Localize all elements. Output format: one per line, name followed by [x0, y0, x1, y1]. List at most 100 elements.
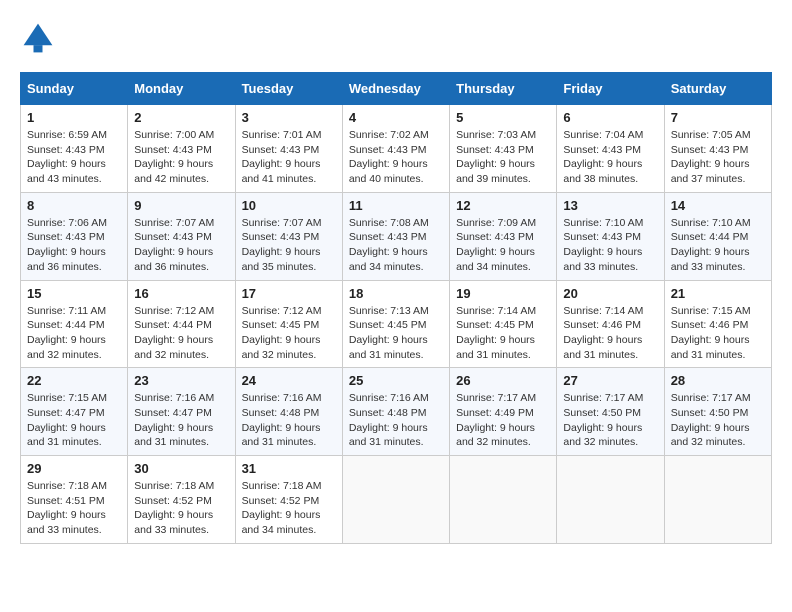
day-info: Sunrise: 7:05 AM Sunset: 4:43 PM Dayligh…: [671, 128, 765, 187]
day-info: Sunrise: 7:00 AM Sunset: 4:43 PM Dayligh…: [134, 128, 228, 187]
logo-icon: [20, 20, 56, 56]
day-cell: 5 Sunrise: 7:03 AM Sunset: 4:43 PM Dayli…: [450, 105, 557, 193]
day-info: Sunrise: 7:13 AM Sunset: 4:45 PM Dayligh…: [349, 304, 443, 363]
day-cell: 25 Sunrise: 7:16 AM Sunset: 4:48 PM Dayl…: [342, 368, 449, 456]
col-header-saturday: Saturday: [664, 73, 771, 105]
day-number: 22: [27, 373, 121, 388]
day-info: Sunrise: 7:18 AM Sunset: 4:52 PM Dayligh…: [134, 479, 228, 538]
day-number: 7: [671, 110, 765, 125]
day-info: Sunrise: 7:12 AM Sunset: 4:45 PM Dayligh…: [242, 304, 336, 363]
day-number: 23: [134, 373, 228, 388]
day-cell: [342, 456, 449, 544]
day-number: 19: [456, 286, 550, 301]
day-number: 28: [671, 373, 765, 388]
day-number: 13: [563, 198, 657, 213]
col-header-thursday: Thursday: [450, 73, 557, 105]
week-row-5: 29 Sunrise: 7:18 AM Sunset: 4:51 PM Dayl…: [21, 456, 772, 544]
day-cell: 23 Sunrise: 7:16 AM Sunset: 4:47 PM Dayl…: [128, 368, 235, 456]
calendar-body: 1 Sunrise: 6:59 AM Sunset: 4:43 PM Dayli…: [21, 105, 772, 544]
day-cell: 18 Sunrise: 7:13 AM Sunset: 4:45 PM Dayl…: [342, 280, 449, 368]
col-header-wednesday: Wednesday: [342, 73, 449, 105]
day-cell: 9 Sunrise: 7:07 AM Sunset: 4:43 PM Dayli…: [128, 192, 235, 280]
week-row-2: 8 Sunrise: 7:06 AM Sunset: 4:43 PM Dayli…: [21, 192, 772, 280]
day-cell: 27 Sunrise: 7:17 AM Sunset: 4:50 PM Dayl…: [557, 368, 664, 456]
day-number: 30: [134, 461, 228, 476]
day-info: Sunrise: 7:17 AM Sunset: 4:50 PM Dayligh…: [563, 391, 657, 450]
day-info: Sunrise: 7:14 AM Sunset: 4:46 PM Dayligh…: [563, 304, 657, 363]
day-number: 18: [349, 286, 443, 301]
day-cell: 26 Sunrise: 7:17 AM Sunset: 4:49 PM Dayl…: [450, 368, 557, 456]
day-cell: [664, 456, 771, 544]
day-number: 25: [349, 373, 443, 388]
day-info: Sunrise: 7:01 AM Sunset: 4:43 PM Dayligh…: [242, 128, 336, 187]
day-cell: [557, 456, 664, 544]
col-header-friday: Friday: [557, 73, 664, 105]
day-number: 10: [242, 198, 336, 213]
day-cell: 24 Sunrise: 7:16 AM Sunset: 4:48 PM Dayl…: [235, 368, 342, 456]
column-headers-row: SundayMondayTuesdayWednesdayThursdayFrid…: [21, 73, 772, 105]
day-info: Sunrise: 7:12 AM Sunset: 4:44 PM Dayligh…: [134, 304, 228, 363]
day-cell: 21 Sunrise: 7:15 AM Sunset: 4:46 PM Dayl…: [664, 280, 771, 368]
week-row-4: 22 Sunrise: 7:15 AM Sunset: 4:47 PM Dayl…: [21, 368, 772, 456]
day-cell: 14 Sunrise: 7:10 AM Sunset: 4:44 PM Dayl…: [664, 192, 771, 280]
week-row-3: 15 Sunrise: 7:11 AM Sunset: 4:44 PM Dayl…: [21, 280, 772, 368]
day-number: 27: [563, 373, 657, 388]
day-number: 31: [242, 461, 336, 476]
day-info: Sunrise: 7:15 AM Sunset: 4:46 PM Dayligh…: [671, 304, 765, 363]
day-cell: 1 Sunrise: 6:59 AM Sunset: 4:43 PM Dayli…: [21, 105, 128, 193]
page-header: [20, 20, 772, 56]
day-number: 1: [27, 110, 121, 125]
day-number: 6: [563, 110, 657, 125]
day-cell: 28 Sunrise: 7:17 AM Sunset: 4:50 PM Dayl…: [664, 368, 771, 456]
day-number: 20: [563, 286, 657, 301]
col-header-sunday: Sunday: [21, 73, 128, 105]
day-info: Sunrise: 7:08 AM Sunset: 4:43 PM Dayligh…: [349, 216, 443, 275]
day-info: Sunrise: 7:18 AM Sunset: 4:52 PM Dayligh…: [242, 479, 336, 538]
day-cell: 16 Sunrise: 7:12 AM Sunset: 4:44 PM Dayl…: [128, 280, 235, 368]
day-info: Sunrise: 7:17 AM Sunset: 4:49 PM Dayligh…: [456, 391, 550, 450]
day-number: 11: [349, 198, 443, 213]
day-cell: 11 Sunrise: 7:08 AM Sunset: 4:43 PM Dayl…: [342, 192, 449, 280]
day-cell: [450, 456, 557, 544]
day-info: Sunrise: 7:07 AM Sunset: 4:43 PM Dayligh…: [134, 216, 228, 275]
day-number: 12: [456, 198, 550, 213]
day-number: 2: [134, 110, 228, 125]
day-cell: 22 Sunrise: 7:15 AM Sunset: 4:47 PM Dayl…: [21, 368, 128, 456]
day-cell: 31 Sunrise: 7:18 AM Sunset: 4:52 PM Dayl…: [235, 456, 342, 544]
day-info: Sunrise: 7:09 AM Sunset: 4:43 PM Dayligh…: [456, 216, 550, 275]
week-row-1: 1 Sunrise: 6:59 AM Sunset: 4:43 PM Dayli…: [21, 105, 772, 193]
day-cell: 2 Sunrise: 7:00 AM Sunset: 4:43 PM Dayli…: [128, 105, 235, 193]
day-number: 5: [456, 110, 550, 125]
day-info: Sunrise: 6:59 AM Sunset: 4:43 PM Dayligh…: [27, 128, 121, 187]
day-info: Sunrise: 7:15 AM Sunset: 4:47 PM Dayligh…: [27, 391, 121, 450]
day-cell: 12 Sunrise: 7:09 AM Sunset: 4:43 PM Dayl…: [450, 192, 557, 280]
day-cell: 6 Sunrise: 7:04 AM Sunset: 4:43 PM Dayli…: [557, 105, 664, 193]
day-cell: 19 Sunrise: 7:14 AM Sunset: 4:45 PM Dayl…: [450, 280, 557, 368]
day-info: Sunrise: 7:18 AM Sunset: 4:51 PM Dayligh…: [27, 479, 121, 538]
day-info: Sunrise: 7:11 AM Sunset: 4:44 PM Dayligh…: [27, 304, 121, 363]
day-number: 29: [27, 461, 121, 476]
day-number: 21: [671, 286, 765, 301]
day-cell: 17 Sunrise: 7:12 AM Sunset: 4:45 PM Dayl…: [235, 280, 342, 368]
logo: [20, 20, 62, 56]
day-cell: 8 Sunrise: 7:06 AM Sunset: 4:43 PM Dayli…: [21, 192, 128, 280]
day-info: Sunrise: 7:02 AM Sunset: 4:43 PM Dayligh…: [349, 128, 443, 187]
day-info: Sunrise: 7:06 AM Sunset: 4:43 PM Dayligh…: [27, 216, 121, 275]
day-number: 14: [671, 198, 765, 213]
day-info: Sunrise: 7:16 AM Sunset: 4:48 PM Dayligh…: [349, 391, 443, 450]
day-cell: 10 Sunrise: 7:07 AM Sunset: 4:43 PM Dayl…: [235, 192, 342, 280]
day-number: 15: [27, 286, 121, 301]
day-cell: 15 Sunrise: 7:11 AM Sunset: 4:44 PM Dayl…: [21, 280, 128, 368]
day-info: Sunrise: 7:10 AM Sunset: 4:43 PM Dayligh…: [563, 216, 657, 275]
day-info: Sunrise: 7:14 AM Sunset: 4:45 PM Dayligh…: [456, 304, 550, 363]
col-header-monday: Monday: [128, 73, 235, 105]
day-cell: 30 Sunrise: 7:18 AM Sunset: 4:52 PM Dayl…: [128, 456, 235, 544]
day-number: 16: [134, 286, 228, 301]
day-info: Sunrise: 7:07 AM Sunset: 4:43 PM Dayligh…: [242, 216, 336, 275]
day-number: 24: [242, 373, 336, 388]
day-number: 4: [349, 110, 443, 125]
day-number: 26: [456, 373, 550, 388]
day-cell: 4 Sunrise: 7:02 AM Sunset: 4:43 PM Dayli…: [342, 105, 449, 193]
day-cell: 20 Sunrise: 7:14 AM Sunset: 4:46 PM Dayl…: [557, 280, 664, 368]
day-number: 8: [27, 198, 121, 213]
